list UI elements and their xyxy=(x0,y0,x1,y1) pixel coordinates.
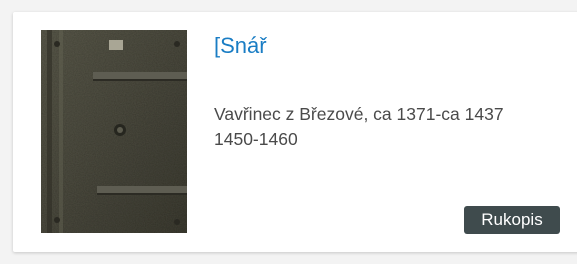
author-line: Vavřinec z Březové, ca 1371-ca 1437 xyxy=(214,104,504,124)
cover-thumbnail[interactable] xyxy=(41,30,187,233)
manuscript-cover-image xyxy=(41,30,187,233)
date-line: 1450-1460 xyxy=(214,129,298,149)
type-badge: Rukopis xyxy=(464,206,560,234)
record-meta: Vavřinec z Březové, ca 1371-ca 1437 1450… xyxy=(214,102,574,152)
result-card[interactable]: [Snář Vavřinec z Březové, ca 1371-ca 143… xyxy=(13,12,577,252)
record-title-link[interactable]: [Snář xyxy=(214,33,267,59)
